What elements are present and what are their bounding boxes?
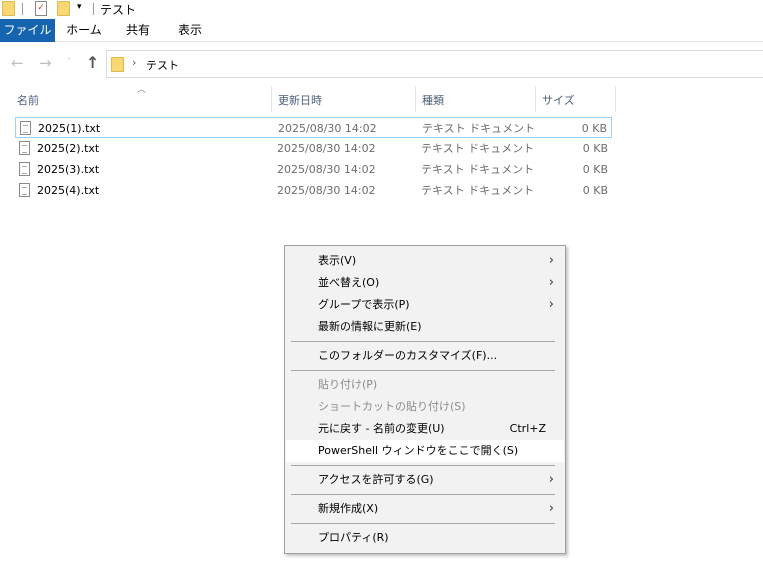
file-name: 2025(4).txt — [37, 184, 100, 197]
customize-quick-access-icon[interactable]: ▾ — [77, 2, 82, 12]
file-row[interactable]: 2025(4).txt 2025/08/30 14:02 テキスト ドキュメント… — [15, 180, 612, 201]
menu-item-give-access[interactable]: アクセスを許可する(G) › — [286, 469, 564, 491]
chevron-right-icon: › — [548, 253, 554, 268]
menu-label: 最新の情報に更新(E) — [318, 320, 422, 333]
file-type: テキスト ドキュメント — [422, 122, 536, 135]
forward-icon[interactable]: → — [39, 54, 52, 72]
menu-item-properties[interactable]: プロパティ(R) — [286, 527, 564, 549]
tab-view[interactable]: 表示 — [168, 19, 212, 42]
up-icon[interactable]: ↑ — [86, 53, 99, 72]
column-name[interactable]: 名前 — [17, 88, 39, 112]
title-bar: ✓ ▾ テスト — [0, 0, 763, 18]
column-date[interactable]: 更新日時 — [278, 88, 322, 112]
context-menu: 表示(V) › 並べ替え(O) › グループで表示(P) › 最新の情報に更新(E) … — [284, 245, 566, 554]
menu-label: ショートカットの貼り付け(S) — [318, 400, 466, 413]
menu-separator — [291, 341, 555, 342]
divider — [93, 3, 94, 15]
column-divider[interactable] — [415, 86, 416, 112]
menu-item-undo[interactable]: 元に戻す - 名前の変更(U) Ctrl+Z — [286, 418, 564, 440]
column-headers: 名前 更新日時 種類 サイズ — [0, 86, 620, 112]
file-date: 2025/08/30 14:02 — [277, 184, 376, 197]
menu-separator — [291, 494, 555, 495]
ribbon-tabs: ファイル ホーム 共有 表示 — [0, 19, 763, 42]
text-file-icon — [19, 141, 30, 155]
file-type: テキスト ドキュメント — [421, 142, 535, 155]
menu-separator — [291, 523, 555, 524]
text-file-icon — [19, 162, 30, 176]
menu-item-new[interactable]: 新規作成(X) › — [286, 498, 564, 520]
folder-icon — [111, 57, 124, 72]
file-date: 2025/08/30 14:02 — [278, 122, 377, 135]
file-size: 0 KB — [582, 142, 608, 155]
file-name: 2025(1).txt — [38, 122, 101, 135]
menu-item-paste-shortcut: ショートカットの貼り付け(S) — [286, 396, 564, 418]
menu-label: 元に戻す - 名前の変更(U) — [318, 422, 445, 435]
column-type[interactable]: 種類 — [422, 88, 444, 112]
tab-share[interactable]: 共有 — [116, 19, 160, 42]
menu-item-sort[interactable]: 並べ替え(O) › — [286, 272, 564, 294]
menu-label: PowerShell ウィンドウをここで開く(S) — [318, 444, 519, 457]
menu-label: グループで表示(P) — [318, 298, 410, 311]
file-row[interactable]: 2025(2).txt 2025/08/30 14:02 テキスト ドキュメント… — [15, 138, 612, 159]
file-size: 0 KB — [581, 122, 607, 135]
menu-label: 新規作成(X) — [318, 502, 379, 515]
text-file-icon — [19, 183, 30, 197]
column-divider[interactable] — [271, 86, 272, 112]
folder-icon — [2, 1, 15, 16]
chevron-right-icon: › — [548, 275, 554, 290]
file-name: 2025(3).txt — [37, 163, 100, 176]
tab-home[interactable]: ホーム — [62, 19, 106, 42]
text-file-icon — [20, 121, 31, 135]
chevron-right-icon: › — [548, 501, 554, 516]
tab-file[interactable]: ファイル — [0, 19, 55, 42]
breadcrumb-item[interactable]: テスト — [146, 57, 179, 73]
recent-locations-icon[interactable]: ˅ — [67, 57, 71, 66]
menu-item-view[interactable]: 表示(V) › — [286, 250, 564, 272]
menu-label: このフォルダーのカスタマイズ(F)... — [318, 349, 498, 362]
menu-item-powershell[interactable]: PowerShell ウィンドウをここで開く(S) — [286, 440, 564, 462]
menu-item-refresh[interactable]: 最新の情報に更新(E) — [286, 316, 564, 338]
file-date: 2025/08/30 14:02 — [277, 142, 376, 155]
file-date: 2025/08/30 14:02 — [277, 163, 376, 176]
file-name: 2025(2).txt — [37, 142, 100, 155]
address-bar[interactable]: › テスト — [106, 50, 763, 78]
column-size[interactable]: サイズ — [542, 88, 575, 112]
file-type: テキスト ドキュメント — [421, 163, 535, 176]
chevron-right-icon: › — [548, 472, 554, 487]
menu-label: プロパティ(R) — [318, 531, 389, 544]
menu-separator — [291, 370, 555, 371]
navigation-bar: ← → ˅ ↑ › テスト — [0, 49, 763, 79]
menu-label: 貼り付け(P) — [318, 378, 378, 391]
properties-quick-icon[interactable]: ✓ — [35, 1, 47, 16]
file-size: 0 KB — [582, 163, 608, 176]
file-size: 0 KB — [582, 184, 608, 197]
breadcrumb-chevron-icon[interactable]: › — [132, 56, 136, 69]
menu-item-paste: 貼り付け(P) — [286, 374, 564, 396]
file-type: テキスト ドキュメント — [421, 184, 535, 197]
chevron-right-icon: › — [548, 297, 554, 312]
divider — [22, 3, 23, 15]
menu-item-group[interactable]: グループで表示(P) › — [286, 294, 564, 316]
menu-separator — [291, 465, 555, 466]
file-row[interactable]: 2025(1).txt 2025/08/30 14:02 テキスト ドキュメント… — [15, 117, 612, 138]
menu-label: 表示(V) — [318, 254, 357, 267]
window-title: テスト — [100, 3, 137, 17]
file-row[interactable]: 2025(3).txt 2025/08/30 14:02 テキスト ドキュメント… — [15, 159, 612, 180]
column-divider[interactable] — [615, 86, 616, 112]
back-icon[interactable]: ← — [11, 54, 24, 72]
menu-label: 並べ替え(O) — [318, 276, 380, 289]
shortcut-label: Ctrl+Z — [509, 422, 546, 435]
menu-label: アクセスを許可する(G) — [318, 473, 434, 486]
new-folder-quick-icon[interactable] — [57, 1, 70, 16]
menu-item-customize[interactable]: このフォルダーのカスタマイズ(F)... — [286, 345, 564, 367]
column-divider[interactable] — [535, 86, 536, 112]
